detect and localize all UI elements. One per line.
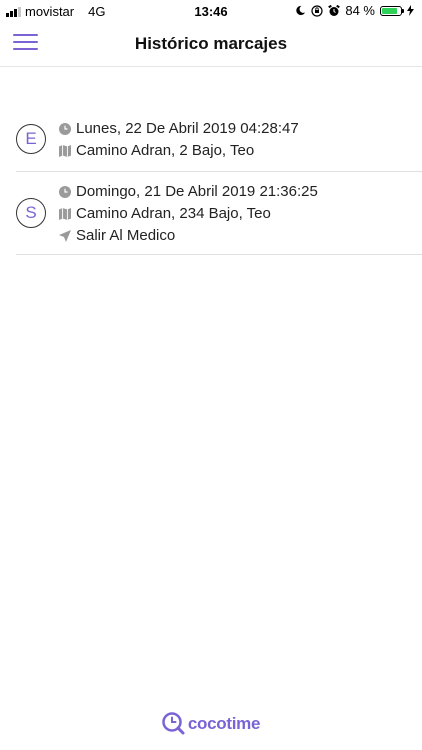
map-icon — [59, 207, 71, 220]
record-type-avatar: S — [16, 198, 46, 228]
record-datetime: Domingo, 21 De Abril 2019 21:36:25 — [76, 183, 318, 200]
list-item[interactable]: E Lunes, 22 De Abril 2019 04:28:47 Camin… — [16, 107, 422, 172]
record-type-avatar: E — [16, 124, 46, 154]
battery-icon — [380, 5, 404, 16]
orientation-lock-icon — [311, 4, 323, 17]
page-title: Histórico marcajes — [134, 34, 288, 53]
cocotime-logo: cocotime — [0, 711, 422, 737]
charging-bolt-icon — [407, 5, 414, 16]
record-note: Salir Al Medico — [76, 227, 176, 244]
app-header: Histórico marcajes — [0, 22, 422, 67]
record-datetime: Lunes, 22 De Abril 2019 04:28:47 — [76, 120, 299, 137]
record-address: Camino Adran, 2 Bajo, Teo — [76, 142, 255, 159]
battery-percentage: 84 % — [345, 3, 375, 18]
record-address: Camino Adran, 234 Bajo, Teo — [76, 205, 271, 222]
clock-icon — [59, 122, 71, 135]
alarm-icon — [328, 4, 341, 16]
map-icon — [59, 144, 71, 157]
record-address-line: Camino Adran, 2 Bajo, Teo — [59, 142, 254, 159]
clock-icon — [59, 185, 71, 198]
records-list: E Lunes, 22 De Abril 2019 04:28:47 Camin… — [16, 107, 422, 255]
record-datetime-line: Lunes, 22 De Abril 2019 04:28:47 — [59, 120, 299, 137]
status-right: 84 % — [295, 3, 414, 18]
logo-clock-search-icon — [162, 712, 185, 735]
list-item[interactable]: S Domingo, 21 De Abril 2019 21:36:25 Cam… — [16, 172, 422, 255]
status-bar: movistar 4G 13:46 84 % — [0, 0, 422, 22]
moon-icon — [296, 5, 306, 16]
battery-fill — [382, 7, 398, 14]
record-address-line: Camino Adran, 234 Bajo, Teo — [59, 205, 271, 222]
logo-text: cocotime — [187, 714, 261, 733]
record-datetime-line: Domingo, 21 De Abril 2019 21:36:25 — [59, 183, 318, 200]
record-note-line: Salir Al Medico — [59, 227, 175, 244]
send-icon — [59, 229, 71, 242]
